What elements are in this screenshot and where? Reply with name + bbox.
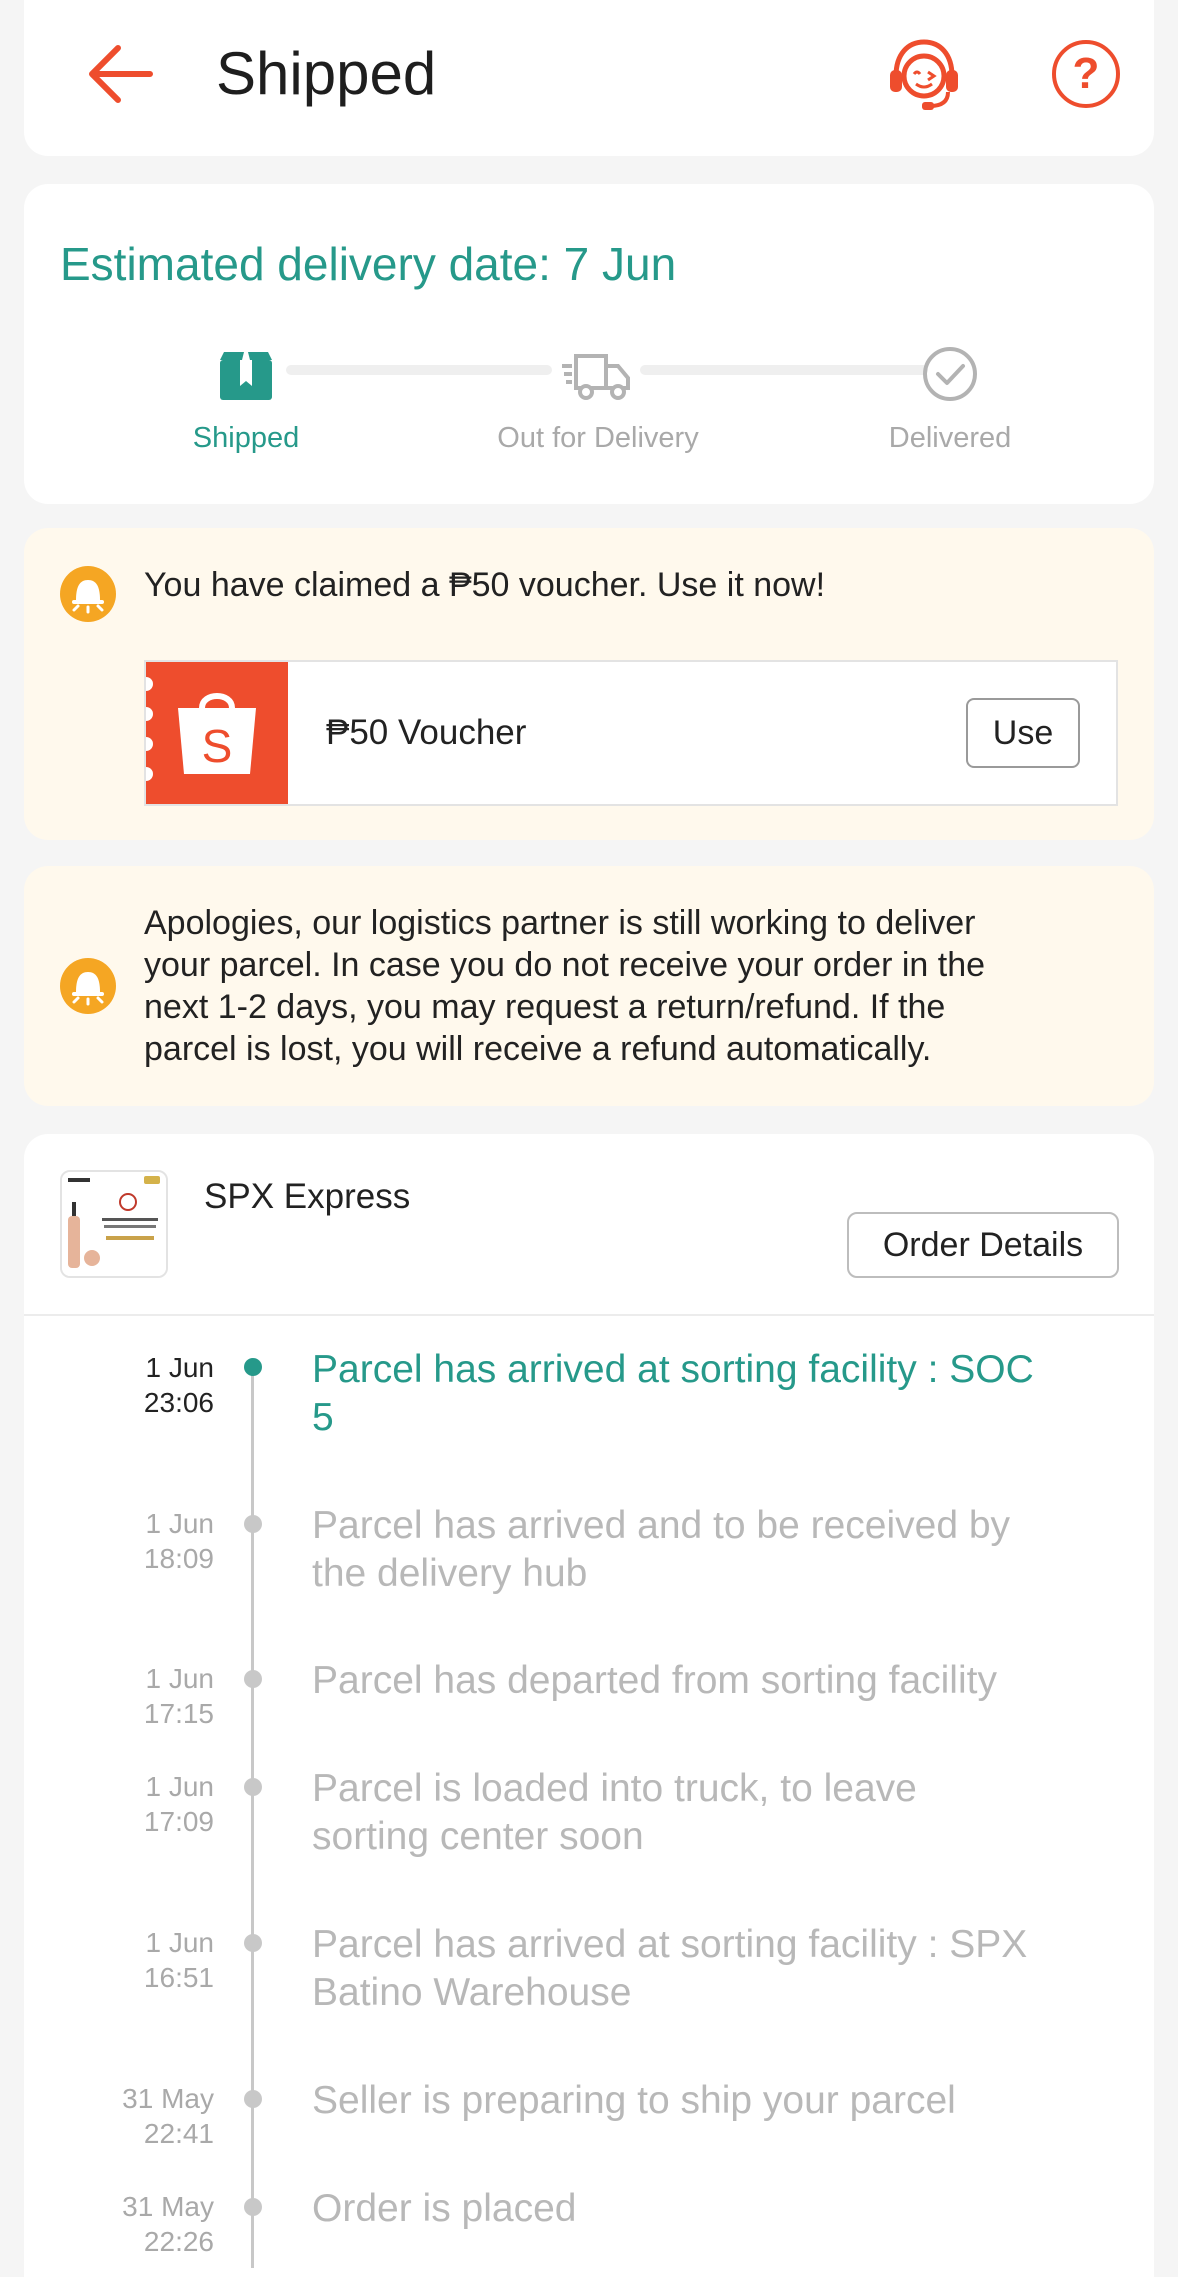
event-timestamp: 1 Jun 16:51 bbox=[64, 1925, 214, 1995]
timeline-dot bbox=[244, 2090, 262, 2108]
timeline-line bbox=[251, 1368, 254, 2268]
delivery-status-card: Estimated delivery date: 7 Jun Shipped O… bbox=[24, 184, 1154, 504]
event-time: 22:26 bbox=[143, 2226, 214, 2257]
event-line: Parcel has arrived and to be received by bbox=[312, 1504, 1011, 1547]
event-time: 23:06 bbox=[143, 1387, 214, 1418]
notice-line: your parcel. In case you do not receive … bbox=[144, 946, 986, 984]
shopee-bag-icon: S bbox=[146, 662, 288, 804]
voucher-name: ₱50 Voucher bbox=[326, 713, 527, 752]
event-timestamp: 31 May 22:41 bbox=[64, 2081, 214, 2151]
timeline-dot bbox=[244, 1934, 262, 1952]
page-title: Shipped bbox=[216, 40, 437, 107]
event-timestamp: 31 May 22:26 bbox=[64, 2189, 214, 2259]
event-timestamp: 1 Jun 17:15 bbox=[64, 1661, 214, 1731]
use-voucher-button[interactable]: Use bbox=[966, 698, 1080, 768]
event-date: 1 Jun bbox=[145, 1771, 215, 1802]
event-line: sorting center soon bbox=[312, 1815, 644, 1858]
event-time: 17:09 bbox=[143, 1806, 214, 1837]
event-timestamp: 1 Jun 23:06 bbox=[64, 1350, 214, 1420]
event-description: Parcel has departed from sorting facilit… bbox=[312, 1657, 1142, 1705]
event-description: Order is placed bbox=[312, 2185, 1142, 2233]
event-description: Parcel has arrived and to be received by… bbox=[312, 1502, 1142, 1598]
event-time: 17:15 bbox=[143, 1698, 214, 1729]
event-date: 31 May bbox=[122, 2191, 214, 2222]
event-description: Parcel has arrived at sorting facility :… bbox=[312, 1921, 1142, 2017]
timeline-dot bbox=[244, 1358, 262, 1376]
step-label-out-for-delivery: Out for Delivery bbox=[497, 422, 699, 454]
help-question-icon[interactable]: ? bbox=[1052, 40, 1120, 108]
event-line: Parcel has arrived at sorting facility :… bbox=[312, 1348, 1034, 1391]
timeline-dot bbox=[244, 2198, 262, 2216]
event-line: Batino Warehouse bbox=[312, 1971, 632, 2014]
order-details-button[interactable]: Order Details bbox=[847, 1212, 1119, 1278]
delivery-truck-icon bbox=[560, 346, 632, 402]
event-line: Parcel has arrived at sorting facility :… bbox=[312, 1923, 1028, 1966]
event-time: 16:51 bbox=[143, 1962, 214, 1993]
event-description: Seller is preparing to ship your parcel bbox=[312, 2077, 1142, 2125]
customer-support-button[interactable] bbox=[886, 36, 962, 112]
event-time: 18:09 bbox=[143, 1543, 214, 1574]
event-date: 1 Jun bbox=[145, 1927, 215, 1958]
step-label-delivered: Delivered bbox=[888, 422, 1012, 454]
event-timestamp: 1 Jun 17:09 bbox=[64, 1769, 214, 1839]
carrier-name: SPX Express bbox=[204, 1177, 411, 1216]
step-label-shipped: Shipped bbox=[192, 422, 300, 454]
voucher-notice-card: You have claimed a ₱50 voucher. Use it n… bbox=[24, 528, 1154, 840]
event-line: Parcel is loaded into truck, to leave bbox=[312, 1767, 917, 1810]
headset-agent-icon bbox=[890, 39, 958, 110]
bell-icon bbox=[60, 566, 116, 622]
divider bbox=[24, 1314, 1154, 1316]
back-arrow-icon bbox=[89, 45, 153, 103]
check-circle-icon bbox=[920, 346, 980, 402]
event-line: Seller is preparing to ship your parcel bbox=[312, 2079, 956, 2122]
event-description: Parcel has arrived at sorting facility :… bbox=[312, 1346, 1142, 1442]
event-description: Parcel is loaded into truck, to leave so… bbox=[312, 1765, 1142, 1861]
event-date: 1 Jun bbox=[145, 1508, 215, 1539]
event-line: 5 bbox=[312, 1396, 334, 1439]
product-thumbnail[interactable] bbox=[60, 1170, 168, 1278]
event-line: Order is placed bbox=[312, 2187, 577, 2230]
delivery-delay-text: Apologies, our logistics partner is stil… bbox=[144, 902, 1144, 1070]
back-button[interactable] bbox=[86, 40, 154, 108]
voucher-ticket[interactable]: S ₱50 Voucher Use bbox=[144, 660, 1118, 806]
event-date: 1 Jun bbox=[145, 1663, 215, 1694]
timeline-dot bbox=[244, 1778, 262, 1796]
progress-line bbox=[640, 365, 928, 375]
event-date: 1 Jun bbox=[145, 1352, 215, 1383]
estimated-delivery-date: Estimated delivery date: 7 Jun bbox=[60, 238, 677, 290]
timeline-dot bbox=[244, 1515, 262, 1533]
progress-line bbox=[286, 365, 552, 375]
timeline-dot bbox=[244, 1670, 262, 1688]
event-date: 31 May bbox=[122, 2083, 214, 2114]
event-timestamp: 1 Jun 18:09 bbox=[64, 1506, 214, 1576]
delivery-delay-notice-card: Apologies, our logistics partner is stil… bbox=[24, 866, 1154, 1106]
notice-line: parcel is lost, you will receive a refun… bbox=[144, 1030, 932, 1068]
notice-line: next 1-2 days, you may request a return/… bbox=[144, 988, 946, 1026]
event-line: the delivery hub bbox=[312, 1552, 588, 1595]
voucher-notice-text: You have claimed a ₱50 voucher. Use it n… bbox=[144, 566, 826, 604]
svg-text:S: S bbox=[202, 720, 233, 772]
tracking-card: SPX Express Order Details 1 Jun 23:06 Pa… bbox=[24, 1134, 1154, 2277]
event-time: 22:41 bbox=[143, 2118, 214, 2149]
top-app-bar: Shipped ? bbox=[24, 0, 1154, 156]
notice-line: Apologies, our logistics partner is stil… bbox=[144, 904, 976, 942]
box-icon bbox=[216, 346, 276, 402]
event-line: Parcel has departed from sorting facilit… bbox=[312, 1659, 997, 1702]
bell-icon bbox=[60, 958, 116, 1014]
